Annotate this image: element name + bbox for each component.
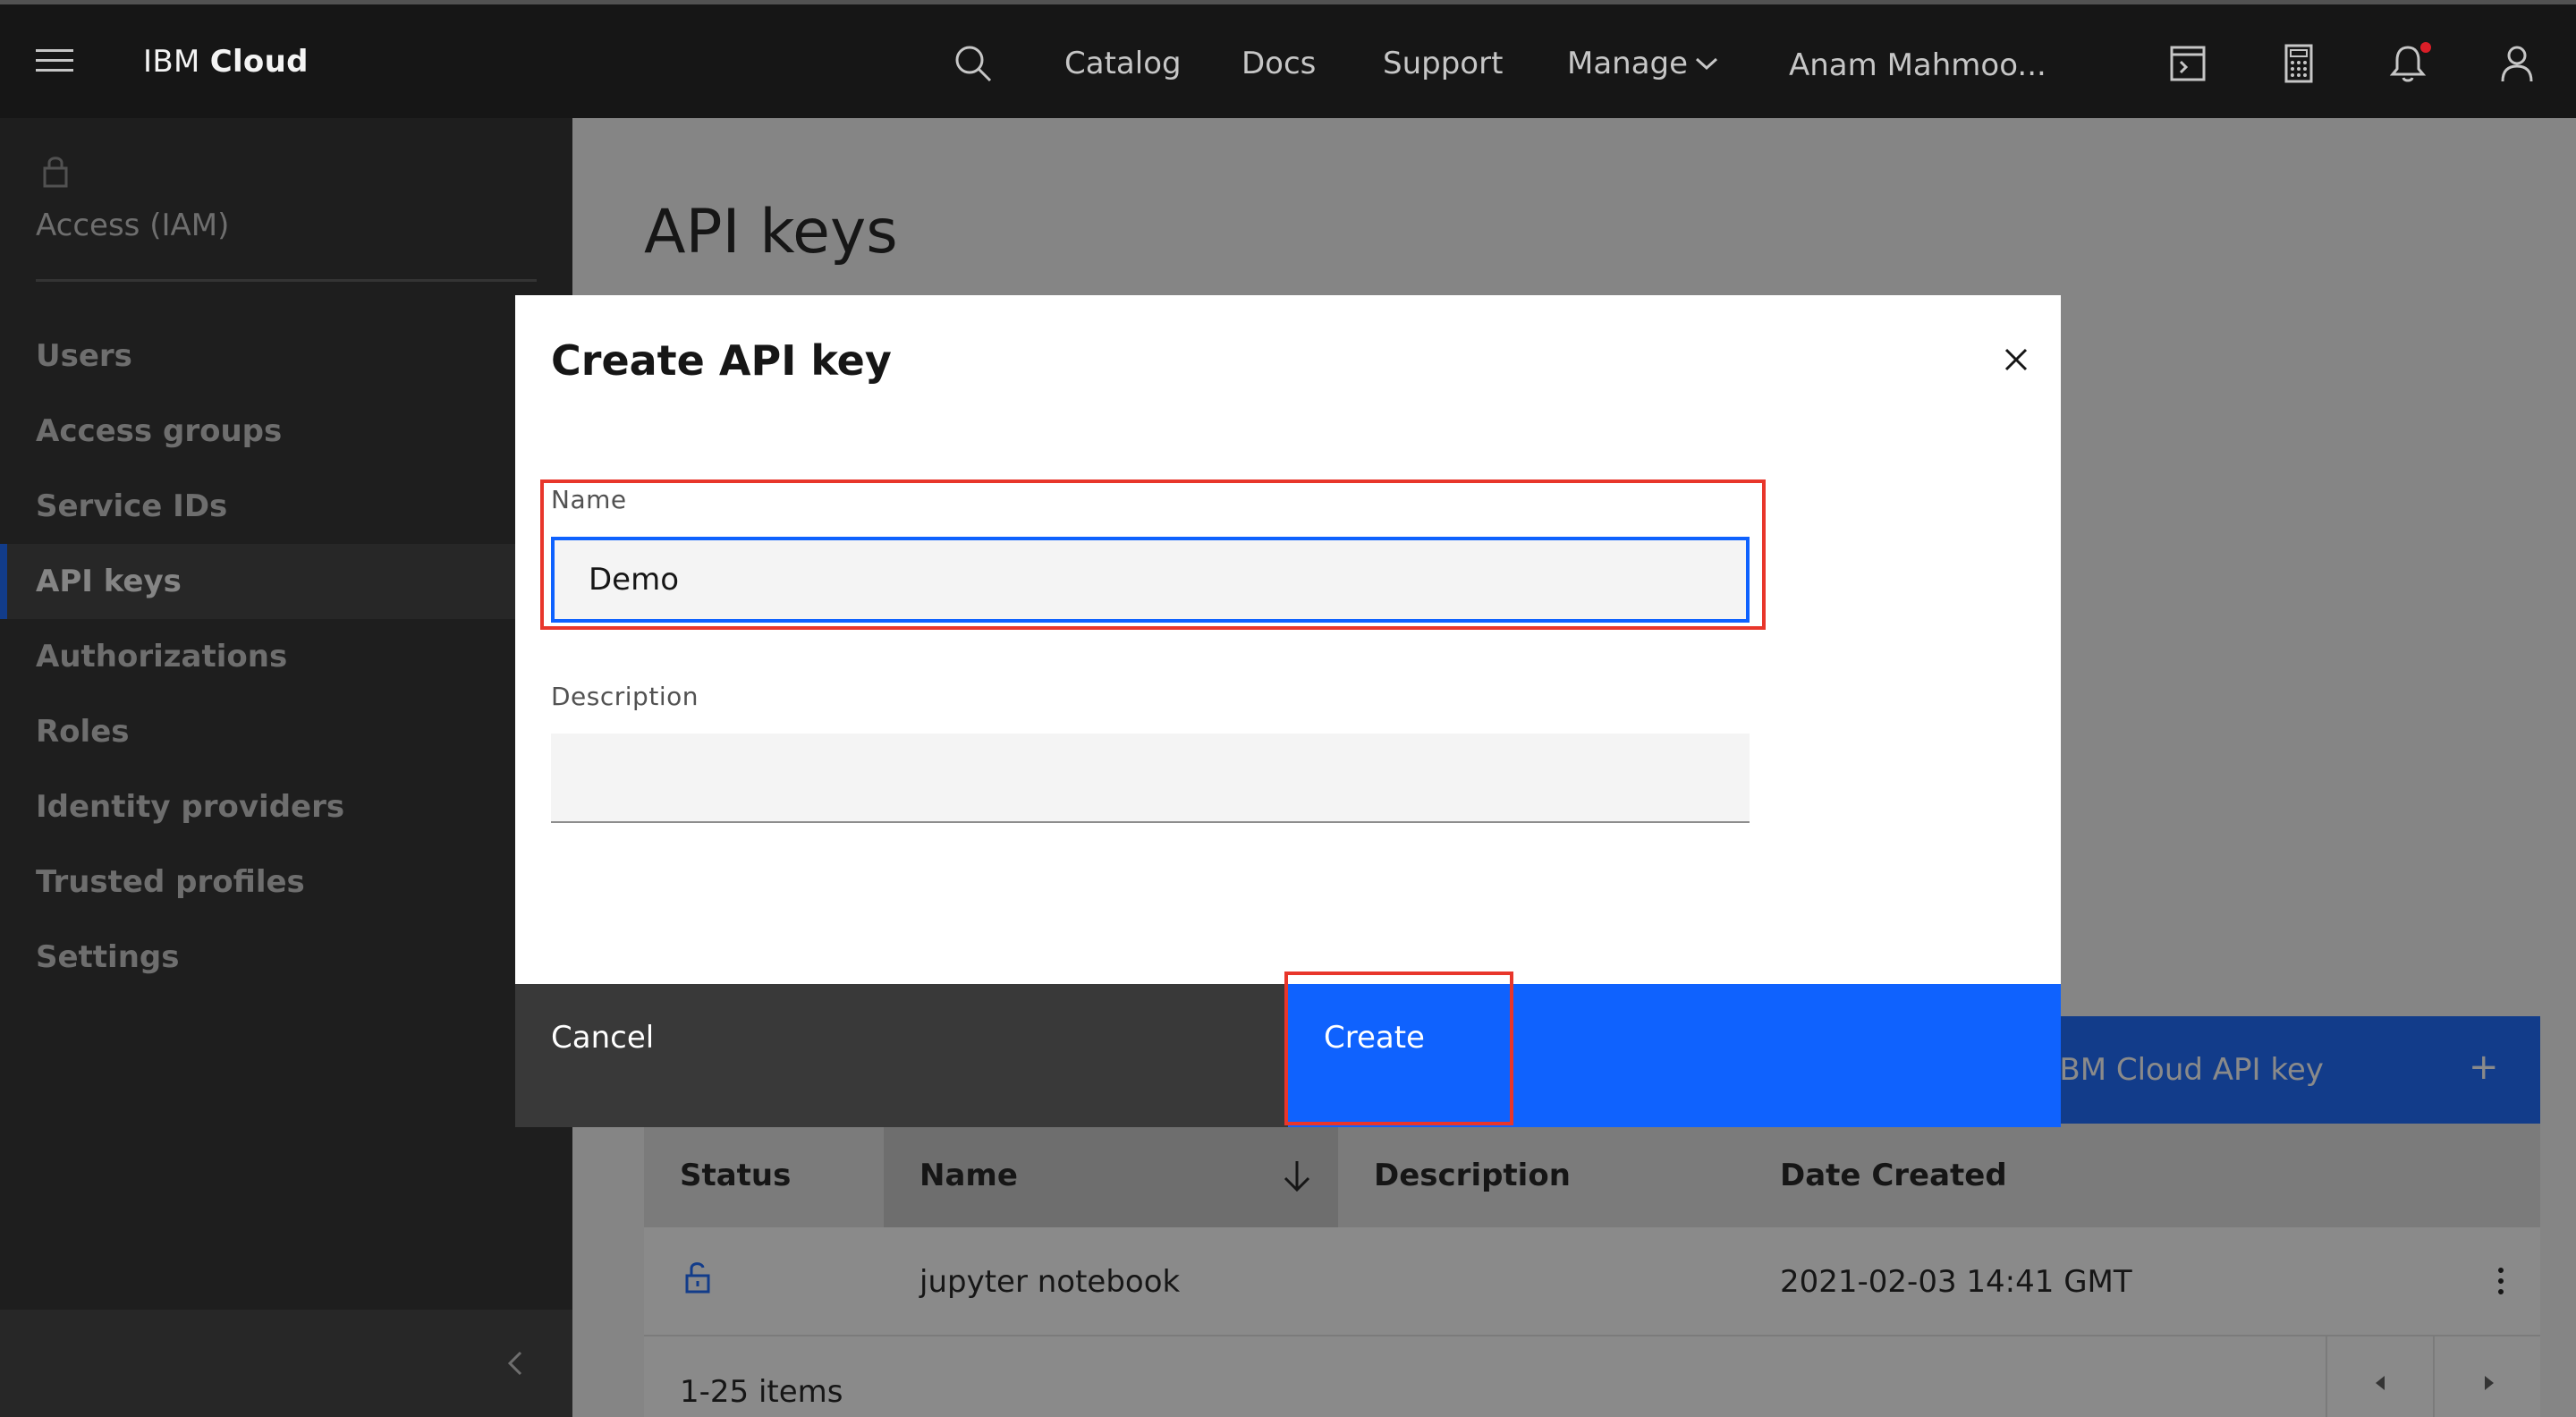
modal-title: Create API key [551,336,892,385]
name-input[interactable]: Demo [551,537,1750,623]
notification-badge [2420,42,2431,53]
description-input[interactable] [551,734,1750,823]
description-label: Description [551,682,699,711]
modal-footer: Cancel Create [515,972,2061,1127]
nav-manage-label: Manage [1567,46,1689,81]
close-icon[interactable] [1989,333,2043,386]
menu-icon[interactable] [36,49,73,76]
brand-name: Cloud [209,44,309,80]
search-icon[interactable] [953,44,993,83]
brand-logo[interactable]: IBM Cloud [143,44,309,80]
cancel-button-label: Cancel [551,1020,655,1056]
nav-docs[interactable]: Docs [1241,46,1316,81]
nav-manage[interactable]: Manage [1567,46,1718,81]
account-switcher[interactable]: Anam Mahmoo... [1789,47,2046,83]
nav-support[interactable]: Support [1383,46,1503,81]
terminal-icon[interactable] [2166,42,2209,85]
chevron-down-icon [1695,57,1718,71]
nav-catalog[interactable]: Catalog [1064,46,1182,81]
create-api-key-modal: Create API key Name Demo Description Can… [515,295,2061,1127]
calculator-icon[interactable] [2277,42,2320,85]
user-profile-icon[interactable] [2496,42,2538,85]
create-button-highlight [1284,972,1513,1125]
cancel-button[interactable]: Cancel [515,984,1288,1127]
brand-prefix: IBM [143,44,200,80]
name-label: Name [551,485,627,514]
top-header: IBM Cloud Catalog Docs Support Manage An… [0,0,2576,118]
